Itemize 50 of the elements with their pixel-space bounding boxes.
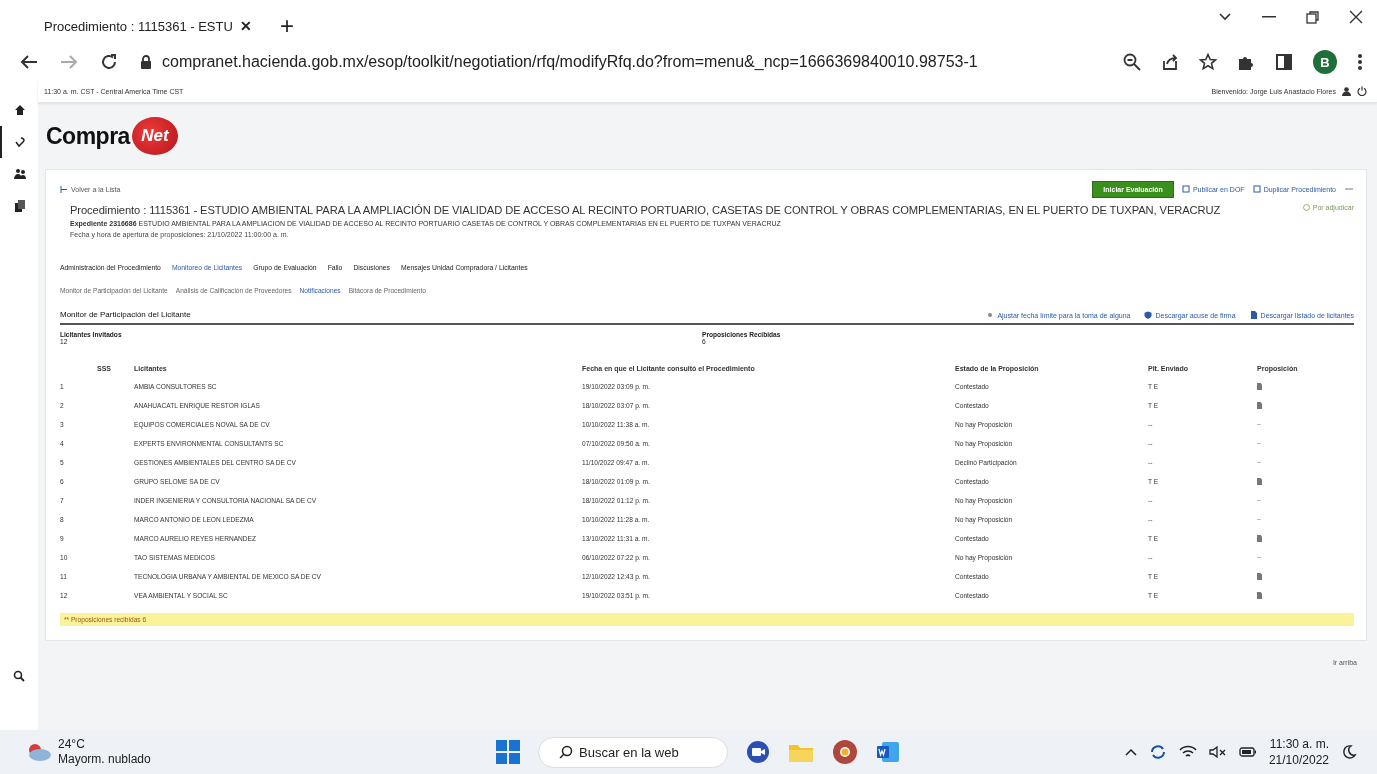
dot-icon	[986, 311, 995, 319]
windows-logo-icon[interactable]	[496, 740, 520, 764]
clock-date[interactable]: 21/10/2022	[1268, 752, 1329, 768]
compranet-logo[interactable]: Compra Net	[46, 117, 178, 155]
back-arrow-icon[interactable]	[20, 54, 38, 70]
back-icon	[60, 185, 67, 193]
forward-arrow-icon	[60, 54, 78, 70]
shield-icon	[1144, 311, 1153, 319]
status-icon	[1302, 204, 1310, 211]
sync-icon[interactable]	[1148, 743, 1167, 761]
word-app-icon[interactable]	[876, 740, 900, 764]
cloud-icon[interactable]	[26, 742, 52, 762]
lock-icon[interactable]	[140, 54, 152, 70]
zoom-icon[interactable]	[1123, 53, 1141, 71]
power-icon[interactable]	[1357, 86, 1367, 96]
wifi-icon[interactable]	[1178, 745, 1197, 759]
user-icon[interactable]	[1342, 86, 1351, 96]
profile-avatar[interactable]: B	[1313, 50, 1337, 74]
chevron-down-icon[interactable]	[1218, 12, 1232, 22]
url-text[interactable]: compranet.hacienda.gob.mx/esop/toolkit/negotiation/rfq/modifyRfq.do?from=menu&_ncp=1666369840010.98753-1	[162, 53, 978, 71]
document-icon	[1249, 311, 1258, 319]
weather-text[interactable]: Mayorm. nublado	[58, 752, 151, 767]
moon-icon[interactable]	[1341, 744, 1357, 760]
taskbar-search-field[interactable]: Buscar en la web	[538, 736, 728, 768]
close-tab-button[interactable]: ✕	[238, 18, 254, 34]
tab-title: Procedimiento : 1115361 - ESTU	[44, 18, 233, 34]
clock-time[interactable]: 11:30 a. m.	[1269, 736, 1329, 752]
temperature-text[interactable]: 24°C	[58, 737, 151, 752]
people-icon	[14, 168, 26, 180]
star-icon[interactable]	[1199, 53, 1217, 71]
home-icon	[14, 104, 26, 116]
browser-app-icon[interactable]	[832, 739, 858, 765]
restore-icon[interactable]	[1306, 10, 1319, 24]
chevron-up-icon[interactable]	[1124, 748, 1137, 756]
share-icon[interactable]	[1161, 53, 1179, 71]
video-call-icon[interactable]	[746, 740, 770, 764]
documents-icon	[14, 200, 26, 212]
battery-icon[interactable]	[1238, 747, 1257, 757]
procedure-title: Procedimiento : 1115361 - ESTUDIO AMBIENTAL PARA LA AMPLIACIÓN DE VIALIDAD DE ACCESO AL RECINTO PORTUARIO, CASETAS DE CONTROL Y OBRAS COMPLEMENTARIAS, EN EL PUERTO DE TUXPAN, VERACRUZ	[69, 204, 1221, 216]
search-placeholder: Buscar en la web	[579, 744, 679, 760]
reload-icon[interactable]	[100, 53, 118, 71]
muted-speaker-icon[interactable]	[1208, 745, 1227, 759]
kebab-menu-icon[interactable]	[1357, 53, 1363, 71]
minimize-icon[interactable]	[1262, 15, 1276, 19]
new-tab-button[interactable]: +	[274, 8, 300, 44]
section-title: Monitor de Participación del Licitante	[60, 310, 191, 319]
search-icon	[559, 745, 573, 759]
search-icon[interactable]	[13, 670, 25, 682]
close-icon[interactable]	[1349, 10, 1363, 24]
side-panel-icon[interactable]	[1275, 53, 1293, 71]
